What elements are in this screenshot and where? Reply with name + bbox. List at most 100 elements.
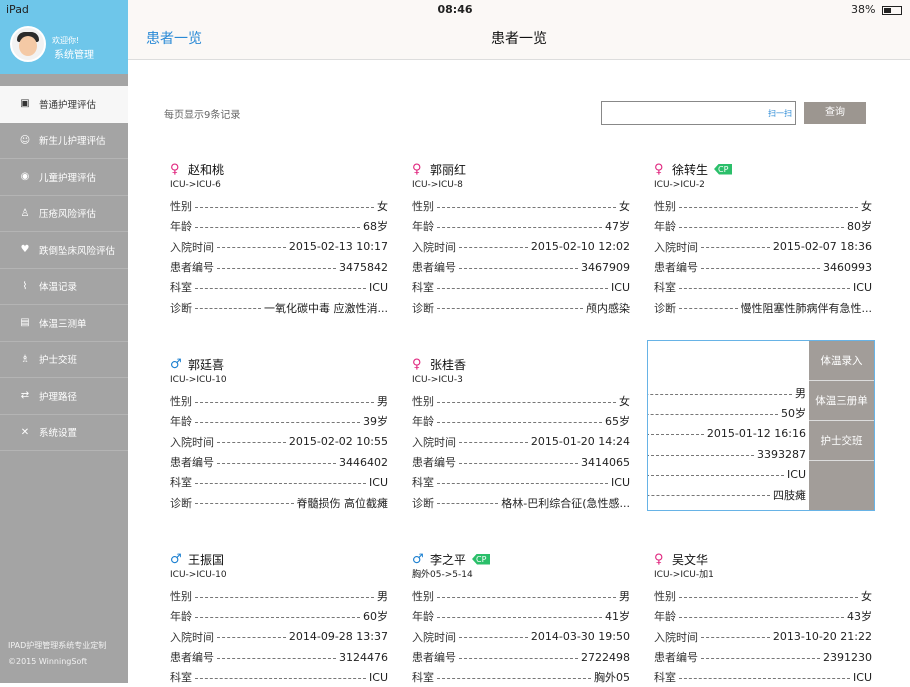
field-diag: 诊断 格林-巴利综合征(急性感... — [412, 492, 630, 512]
field-label: 年龄 — [170, 610, 192, 624]
field-value: 女 — [861, 200, 872, 214]
sidebar-item-label: 压疮风险评估 — [39, 209, 97, 221]
dash-leader — [437, 616, 602, 618]
patient-name: 王振国 — [188, 552, 225, 567]
sidebar-item-label: 普通护理评估 — [39, 99, 97, 111]
field-value: 男 — [377, 590, 388, 604]
field-label: 患者编号 — [170, 456, 214, 470]
sidebar-item-3[interactable]: ♙ 压疮风险评估 — [0, 196, 128, 232]
patient-name-row: ♂ 郭廷喜 — [170, 355, 388, 373]
field-value: 男 — [619, 590, 630, 604]
field-label: 年龄 — [170, 415, 192, 429]
patient-ward: ICU->ICU-加1 — [654, 570, 714, 580]
field-pid: 患者编号 3124476 — [170, 647, 388, 667]
page-title: 患者一览 — [491, 31, 547, 47]
dash-leader — [437, 482, 609, 484]
sidebar-item-9[interactable]: ✕ 系统设置 — [0, 415, 128, 451]
field-age: 年龄 60岁 — [170, 606, 388, 626]
query-button[interactable]: 查询 — [804, 102, 866, 124]
field-label: 年龄 — [170, 220, 192, 234]
dash-leader — [437, 596, 616, 598]
field-label: 性别 — [170, 590, 192, 604]
field-value: 43岁 — [847, 610, 872, 624]
patient-card[interactable]: ♀ 赵和桃 ICU->ICU-6 性别 女年龄 68岁 入院时间 2015-02-13 10:… — [170, 160, 388, 318]
field-value: 3460993 — [823, 260, 872, 274]
field-pid: 患者编号 3414065 — [412, 452, 630, 472]
field-admit: 入院时间 2015-02-02 10:55 — [170, 432, 388, 452]
action-panel: 体温录入 体温三册单 护士交班 — [809, 341, 874, 510]
patient-ward: ICU->ICU-3 — [412, 375, 463, 385]
dash-leader — [679, 287, 851, 289]
female-icon: ♀ — [412, 161, 422, 177]
patient-card[interactable]: ♀ 张桂香 ICU->ICU-3 性别 女年龄 65岁 入院时间 2015-01-20 14:… — [412, 355, 630, 513]
sidebar-item-6[interactable]: ▤ 体温三测单 — [0, 305, 128, 342]
patient-ward: ICU->ICU-8 — [412, 180, 463, 190]
field-value: ICU — [611, 280, 630, 294]
field-value: 47岁 — [605, 220, 630, 234]
field-value: ICU — [369, 475, 388, 489]
patient-name: 赵和桃 — [188, 162, 225, 177]
sidebar-item-2[interactable]: ◉ 儿童护理评估 — [0, 159, 128, 196]
clock: 08:46 — [437, 3, 473, 16]
field-label: 性别 — [412, 200, 434, 214]
patient-name: 徐转生 — [672, 162, 709, 177]
sidebar-item-7[interactable]: ♗ 护士交班 — [0, 342, 128, 378]
field-gender: 性别 女 — [654, 196, 872, 216]
sidebar-menu: ▣ 普通护理评估 ☺ 新生儿护理评估 ◉ 儿童护理评估 ♙ 压疮风险评估 ♥ 跌倒坠床风险评估 ⌇ 体… — [0, 86, 128, 451]
field-label: 患者编号 — [412, 261, 456, 275]
patient-card[interactable]: ♀ 郭丽红 ICU->ICU-8 性别 女年龄 47岁 入院时间 2015-02-10 12:… — [412, 160, 630, 318]
sidebar-item-label: 体温记录 — [39, 282, 78, 294]
field-pid: 患者编号 3460993 — [654, 257, 872, 277]
patient-card[interactable]: ♀ 徐转生 CP ICU->ICU-2 性别 女年龄 80岁 入院时间 2015-02-07 1… — [654, 160, 872, 318]
sidebar-item-8[interactable]: ⇄ 护理路径 — [0, 378, 128, 415]
action-button-1[interactable]: 体温三册单 — [809, 381, 874, 421]
baby-icon: ☺ — [19, 134, 31, 146]
field-label: 入院时间 — [170, 240, 214, 254]
field-value: 2015-02-10 12:02 — [530, 240, 630, 254]
field-admit: 2015-01-12 16:16 — [648, 424, 806, 444]
patient-name: 郭丽红 — [430, 162, 467, 177]
field-value: 39岁 — [363, 415, 388, 429]
action-button-0[interactable]: 体温录入 — [809, 341, 874, 381]
field-pid: 患者编号 2391230 — [654, 647, 872, 667]
male-icon: ♂ — [412, 551, 424, 567]
dash-leader — [437, 226, 602, 228]
field-label: 患者编号 — [170, 651, 214, 665]
patient-ward: ICU->ICU-10 — [170, 375, 227, 385]
field-value: 41岁 — [605, 610, 630, 624]
field-label: 入院时间 — [654, 630, 698, 644]
dash-leader — [701, 267, 820, 269]
search-input[interactable]: 扫一扫 — [601, 101, 796, 125]
patient-name-row: ♀ 张桂香 — [412, 355, 630, 373]
avatar[interactable] — [10, 26, 46, 62]
action-button-2[interactable]: 护士交班 — [809, 421, 874, 461]
field-pid: 患者编号 3475842 — [170, 257, 388, 277]
field-label: 年龄 — [412, 415, 434, 429]
patient-card[interactable]: ♂ 李之平 CP 胸外05->5-14 性别 男年龄 41岁 入院时间 2014-03-30 1… — [412, 550, 630, 687]
sidebar-item-5[interactable]: ⌇ 体温记录 — [0, 269, 128, 305]
field-label: 性别 — [654, 200, 676, 214]
sidebar-item-1[interactable]: ☺ 新生儿护理评估 — [0, 123, 128, 159]
field-value: 2014-03-30 19:50 — [530, 630, 630, 644]
field-value: 男 — [377, 395, 388, 409]
sidebar-item-4[interactable]: ♥ 跌倒坠床风险评估 — [0, 232, 128, 269]
field-label: 诊断 — [412, 496, 434, 510]
heart-icon: ♥ — [20, 244, 30, 256]
patient-card[interactable]: 男 50岁 2015-01-12 16:16 3393287 ICU 四肢瘫 体温录入 体温三… — [647, 340, 875, 511]
sidebar-item-0[interactable]: ▣ 普通护理评估 — [0, 86, 128, 123]
dash-leader — [701, 637, 770, 639]
patient-card[interactable]: ♂ 郭廷喜 ICU->ICU-10 性别 男年龄 39岁 入院时间 2015-02-02 10… — [170, 355, 388, 513]
field-value: 2722498 — [581, 650, 630, 664]
scan-button[interactable]: 扫一扫 — [768, 108, 792, 119]
field-admit: 入院时间 2015-02-13 10:17 — [170, 237, 388, 257]
field-age: 年龄 47岁 — [412, 216, 630, 236]
patient-card[interactable]: ♀ 吴文华 ICU->ICU-加1 性别 女年龄 43岁 入院时间 2013-10-20 21… — [654, 550, 872, 687]
field-age: 50岁 — [648, 403, 806, 423]
patient-name-row: ♂ 王振国 — [170, 550, 388, 568]
female-icon: ♀ — [654, 161, 664, 177]
female-icon: ♀ — [412, 356, 422, 372]
path-icon: ⇄ — [20, 390, 30, 402]
dash-leader — [195, 206, 374, 208]
patient-card[interactable]: ♂ 王振国 ICU->ICU-10 性别 男年龄 60岁 入院时间 2014-09-28 13… — [170, 550, 388, 687]
field-dept: ICU — [648, 464, 806, 484]
